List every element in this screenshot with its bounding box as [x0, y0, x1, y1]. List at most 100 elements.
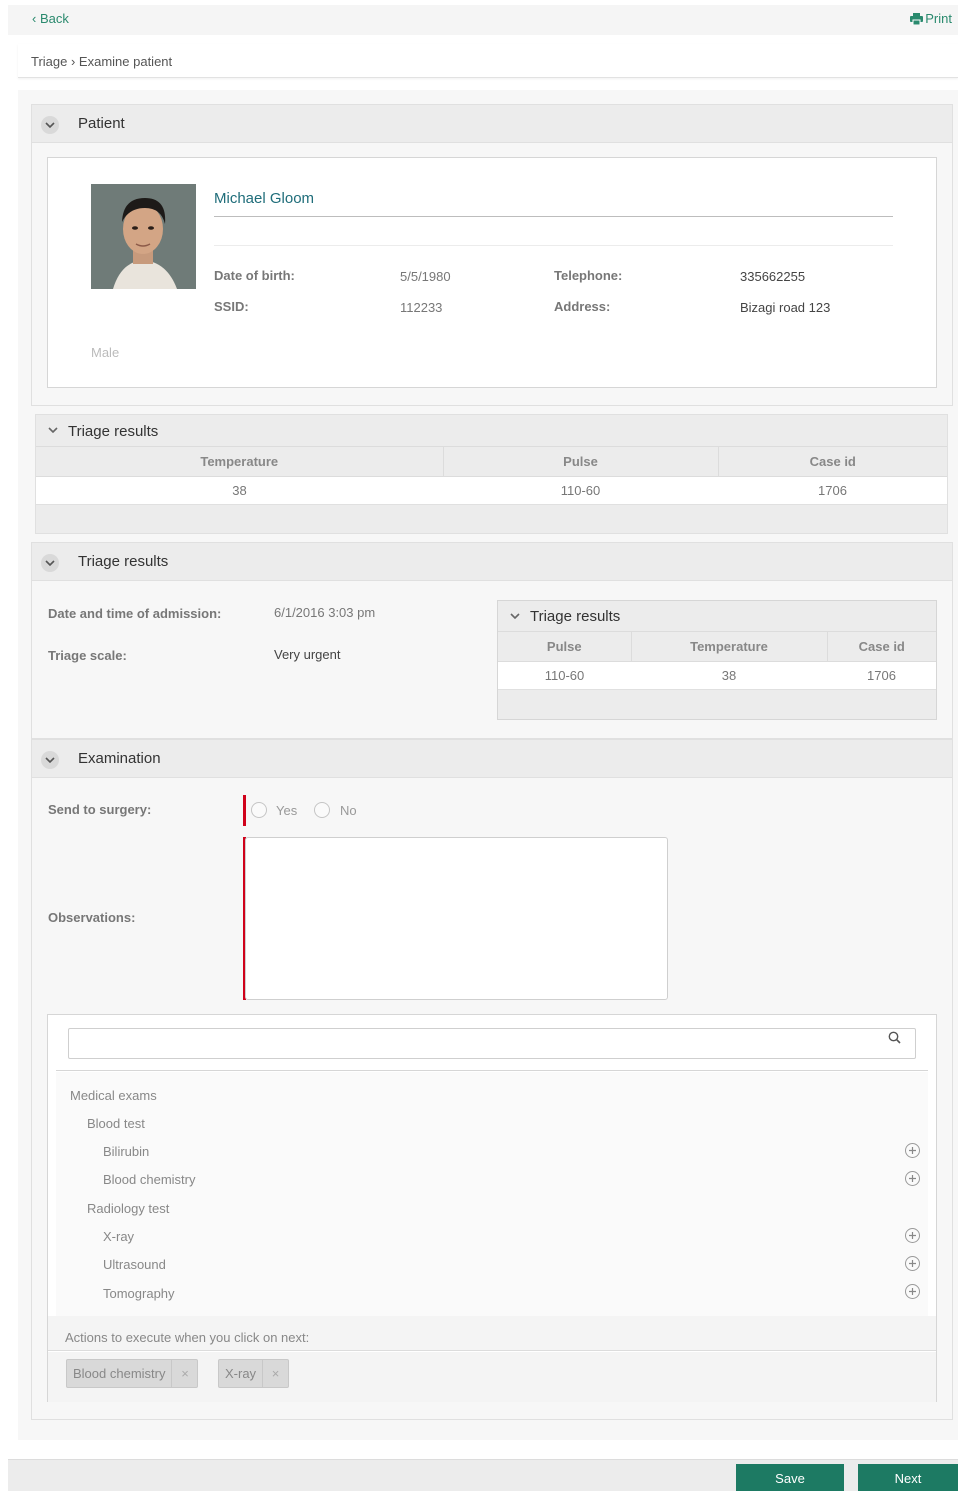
- patient-card: Michael Gloom Date of birth: 5/5/1980 Te…: [47, 157, 937, 388]
- panel-title: Examination: [78, 750, 161, 767]
- actions-card: Medical exams Blood test Bilirubin Blood…: [47, 1014, 937, 1402]
- no-label[interactable]: No: [340, 803, 357, 818]
- grid-title: Triage results: [68, 423, 159, 440]
- column-header[interactable]: Temperature: [36, 447, 444, 477]
- column-header[interactable]: Temperature: [631, 632, 828, 662]
- save-button[interactable]: Save: [736, 1464, 844, 1491]
- add-x-ray-icon[interactable]: [905, 1228, 920, 1243]
- add-ultrasound-icon[interactable]: [905, 1256, 920, 1271]
- printer-icon: [910, 13, 924, 26]
- divider: [214, 216, 893, 217]
- admission-value: 6/1/2016 3:03 pm: [274, 605, 376, 620]
- address-label: Address:: [554, 299, 611, 314]
- actions-header: Actions to execute when you click on nex…: [48, 1316, 936, 1351]
- tree-node-ultrasound[interactable]: Ultrasound: [103, 1257, 166, 1272]
- chips-area: Blood chemistry × X-ray ×: [48, 1352, 936, 1402]
- dob-label: Date of birth:: [214, 268, 295, 283]
- table-cell: 38: [631, 661, 827, 690]
- admission-label: Date and time of admission:: [48, 606, 222, 621]
- tree-node-tomography[interactable]: Tomography: [103, 1286, 175, 1301]
- action-chip[interactable]: Blood chemistry ×: [66, 1359, 199, 1388]
- top-bar: ‹ Back Print: [8, 5, 958, 35]
- breadcrumb: Triage › Examine patient: [31, 54, 173, 69]
- grid-title: Triage results: [530, 608, 621, 625]
- print-label: Print: [925, 11, 952, 26]
- column-header[interactable]: Pulse: [443, 447, 719, 477]
- back-link[interactable]: ‹ Back: [32, 11, 69, 26]
- divider: [214, 245, 893, 246]
- address-value: Bizagi road 123: [740, 300, 831, 315]
- table-cell: 110-60: [498, 661, 631, 690]
- column-header[interactable]: Case id: [827, 632, 936, 662]
- chevron-down-icon[interactable]: [48, 427, 58, 433]
- exam-tree: Medical exams Blood test Bilirubin Blood…: [56, 1072, 928, 1316]
- tree-node-bilirubin[interactable]: Bilirubin: [103, 1144, 149, 1159]
- observations-label: Observations:: [48, 910, 136, 925]
- triage-panel: Triage results Date and time of admissio…: [31, 542, 953, 739]
- chevron-down-icon[interactable]: [510, 613, 520, 619]
- divider: [56, 1070, 928, 1071]
- actions-label: Actions to execute when you click on nex…: [65, 1330, 310, 1345]
- add-blood-chemistry-icon[interactable]: [905, 1171, 920, 1186]
- chevron-down-icon[interactable]: [41, 554, 59, 572]
- print-link[interactable]: Print: [910, 11, 952, 26]
- yes-label[interactable]: Yes: [276, 803, 297, 818]
- search-input[interactable]: [68, 1028, 916, 1059]
- ssid-label: SSID:: [214, 299, 249, 314]
- panel-title: Triage results: [78, 553, 169, 570]
- chevron-left-icon: ‹: [32, 11, 37, 26]
- table-cell: 1706: [827, 661, 936, 690]
- send-to-surgery-label: Send to surgery:: [48, 802, 152, 817]
- observations-textarea[interactable]: [245, 837, 668, 1000]
- back-label: Back: [39, 11, 69, 26]
- no-radio[interactable]: [314, 802, 330, 818]
- triage-results-grid: Triage results Temperature Pulse Case id…: [35, 414, 948, 534]
- table-cell: 38: [36, 476, 443, 505]
- action-chip[interactable]: X-ray ×: [218, 1359, 290, 1388]
- examination-panel-header[interactable]: Examination: [32, 740, 952, 778]
- panel-title: Patient: [78, 115, 125, 132]
- chip-label: Blood chemistry: [73, 1366, 166, 1381]
- breadcrumb-bar: Triage › Examine patient: [18, 44, 958, 78]
- table-cell: 1706: [718, 476, 947, 505]
- required-indicator: [243, 795, 246, 826]
- ssid-value: 112233: [400, 300, 443, 315]
- tree-node-medical-exams[interactable]: Medical exams: [70, 1088, 157, 1103]
- telephone-label: Telephone:: [554, 268, 623, 283]
- examination-panel: Examination Send to surgery: Yes No Obse…: [31, 739, 953, 1420]
- column-header[interactable]: Pulse: [498, 632, 632, 662]
- tree-node-x-ray[interactable]: X-ray: [103, 1229, 134, 1244]
- close-icon[interactable]: ×: [171, 1360, 197, 1387]
- triage-scale-value: Very urgent: [274, 647, 341, 662]
- triage-panel-header[interactable]: Triage results: [32, 543, 952, 581]
- table-row[interactable]: 38 110-60 1706: [36, 476, 947, 505]
- add-bilirubin-icon[interactable]: [905, 1143, 920, 1158]
- add-tomography-icon[interactable]: [905, 1284, 920, 1299]
- grid-table: Pulse Temperature Case id 110-60 38 1706: [498, 632, 936, 690]
- triage-results-grid: Triage results Pulse Temperature Case id…: [497, 600, 937, 720]
- triage-scale-label: Triage scale:: [48, 648, 127, 663]
- patient-panel-header[interactable]: Patient: [32, 105, 952, 143]
- dob-value: 5/5/1980: [400, 269, 451, 284]
- search-icon[interactable]: [888, 1031, 901, 1044]
- footer-bar: Save Next: [8, 1459, 958, 1491]
- telephone-value: 335662255: [740, 269, 806, 284]
- patient-panel: Patient Michael Gloom Date of birth: 5/5…: [31, 104, 953, 406]
- patient-photo: [91, 184, 196, 289]
- tree-node-radiology-test[interactable]: Radiology test: [87, 1201, 169, 1216]
- close-icon[interactable]: ×: [262, 1360, 288, 1387]
- tree-node-blood-test[interactable]: Blood test: [87, 1116, 145, 1131]
- chevron-down-icon[interactable]: [41, 751, 59, 769]
- grid-header[interactable]: Triage results: [498, 601, 936, 632]
- gender-value: Male: [91, 345, 120, 360]
- tree-node-blood-chemistry[interactable]: Blood chemistry: [103, 1172, 195, 1187]
- table-cell: 110-60: [443, 476, 718, 505]
- column-header[interactable]: Case id: [718, 447, 947, 477]
- chip-label: X-ray: [225, 1366, 257, 1381]
- table-row[interactable]: 110-60 38 1706: [498, 661, 936, 690]
- yes-radio[interactable]: [251, 802, 267, 818]
- grid-table: Temperature Pulse Case id 38 110-60 1706: [36, 447, 947, 505]
- next-button[interactable]: Next: [858, 1464, 958, 1491]
- grid-header[interactable]: Triage results: [36, 415, 947, 447]
- chevron-down-icon[interactable]: [41, 116, 59, 134]
